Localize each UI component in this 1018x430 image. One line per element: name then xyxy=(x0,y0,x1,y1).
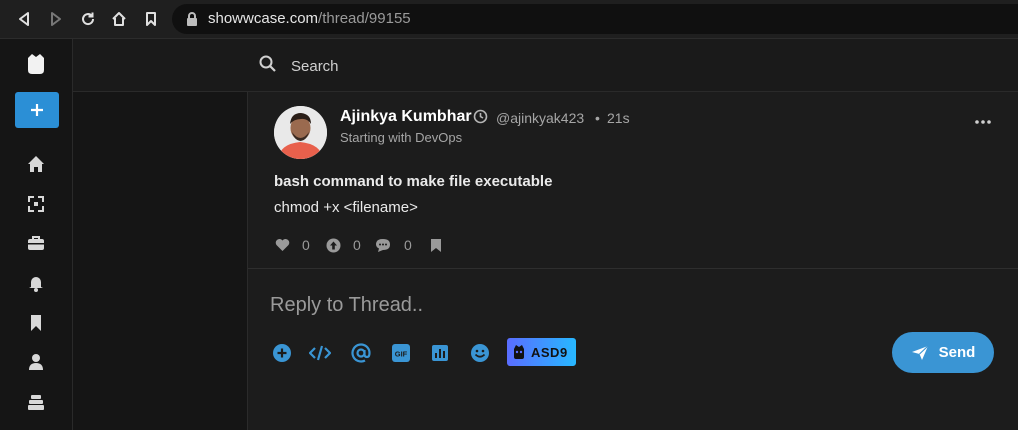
back-icon[interactable] xyxy=(15,10,33,28)
browser-toolbar: showwcase.com/thread/99155 xyxy=(0,0,1018,39)
emoji-icon[interactable] xyxy=(469,342,491,364)
clock-icon xyxy=(473,109,488,129)
bell-icon[interactable] xyxy=(26,273,46,293)
boost-icon[interactable] xyxy=(325,237,341,253)
svg-text:GIF: GIF xyxy=(395,350,408,359)
search-bar xyxy=(73,39,1018,92)
left-sidebar xyxy=(0,39,73,430)
url-path: /thread/99155 xyxy=(318,10,411,27)
asd9-label: ASD9 xyxy=(531,344,568,360)
user-icon[interactable] xyxy=(26,352,46,372)
bookmark-page-icon[interactable] xyxy=(142,10,160,28)
bookmark-post-icon[interactable] xyxy=(428,237,444,253)
author-name[interactable]: Ajinkya Kumbhar xyxy=(340,108,472,126)
home-page-icon[interactable] xyxy=(110,10,128,28)
author-handle[interactable]: @ajinkyak423 xyxy=(496,110,584,126)
reload-icon[interactable] xyxy=(79,10,97,28)
post-body: chmod +x <filename> xyxy=(274,199,418,216)
divider xyxy=(248,268,1018,269)
gif-icon[interactable]: GIF xyxy=(390,342,412,364)
boost-count: 0 xyxy=(353,237,361,253)
post-title: bash command to make file executable xyxy=(274,173,553,190)
new-post-button[interactable] xyxy=(15,92,59,128)
url-text[interactable]: showwcase.com/thread/99155 xyxy=(208,10,411,27)
send-icon xyxy=(911,345,929,360)
post-time: 21s xyxy=(607,110,630,126)
briefcase-icon[interactable] xyxy=(26,233,46,253)
add-circle-icon[interactable] xyxy=(271,342,293,364)
expand-icon[interactable] xyxy=(26,194,46,214)
more-options-icon[interactable] xyxy=(975,112,991,130)
like-icon[interactable] xyxy=(274,237,290,253)
asd9-button[interactable]: ASD9 xyxy=(507,338,576,366)
comment-count: 0 xyxy=(404,237,412,253)
like-count: 0 xyxy=(302,237,310,253)
plus-icon xyxy=(31,104,43,116)
search-input[interactable] xyxy=(289,55,693,77)
author-headline: Starting with DevOps xyxy=(340,130,463,145)
forward-icon[interactable] xyxy=(47,10,65,28)
home-icon[interactable] xyxy=(26,154,46,174)
code-icon[interactable] xyxy=(309,342,331,364)
url-domain: showwcase.com xyxy=(208,10,319,27)
comment-icon[interactable] xyxy=(375,237,391,253)
bar-chart-icon[interactable] xyxy=(429,342,451,364)
send-button[interactable]: Send xyxy=(892,332,994,373)
bookmark-icon[interactable] xyxy=(26,313,46,333)
at-icon[interactable] xyxy=(350,342,372,364)
mascot-icon xyxy=(512,344,526,360)
search-icon xyxy=(259,55,277,78)
logo-icon[interactable] xyxy=(24,52,48,76)
reply-input[interactable] xyxy=(268,290,872,320)
layers-icon[interactable] xyxy=(26,392,46,412)
avatar[interactable] xyxy=(274,106,327,159)
send-label: Send xyxy=(938,344,976,361)
meta-separator: • xyxy=(595,110,600,126)
lock-icon xyxy=(186,12,198,31)
